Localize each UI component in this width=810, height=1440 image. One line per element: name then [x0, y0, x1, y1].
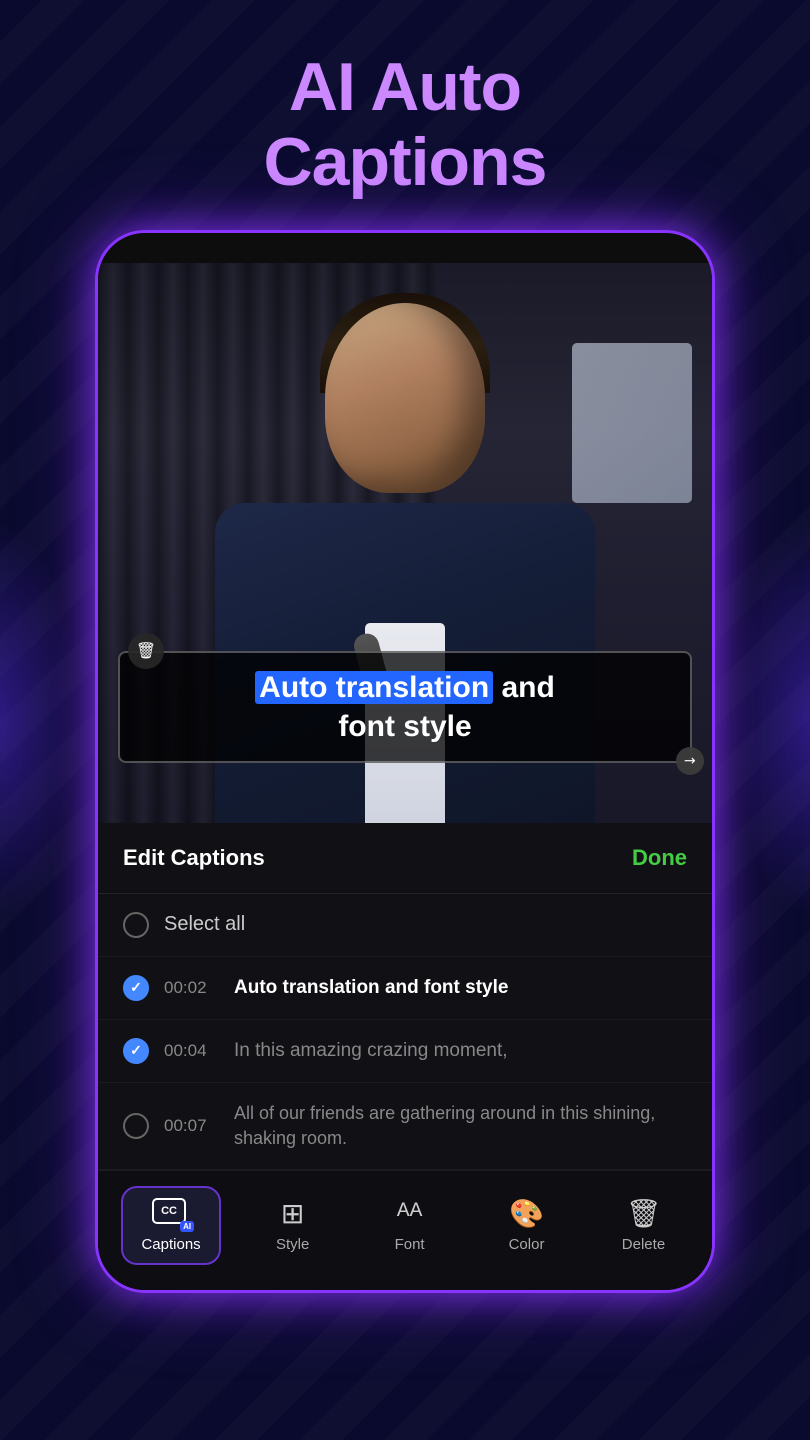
- resize-handle[interactable]: ↗: [676, 747, 704, 775]
- toolbar-item-color[interactable]: 🎨 Color: [482, 1187, 572, 1263]
- cc-icon: CC: [152, 1198, 186, 1224]
- caption-text-2: In this amazing crazing moment,: [234, 1040, 687, 1062]
- caption-text-1: Auto translation and font style: [234, 977, 687, 999]
- toolbar-label-style: Style: [276, 1236, 309, 1253]
- title-line2: Captions: [264, 125, 547, 200]
- caption-display-text: Auto translation and font style: [140, 668, 670, 746]
- toolbar-item-style[interactable]: ⊞ Style: [248, 1187, 338, 1263]
- caption-highlighted-word: Auto translation: [255, 671, 493, 704]
- bottom-toolbar: CC AI Captions ⊞ Style ᴬᴬ Font 🎨: [98, 1170, 712, 1290]
- select-all-label: Select all: [164, 913, 245, 936]
- table-row[interactable]: 00:07 All of our friends are gathering a…: [98, 1083, 712, 1170]
- person-face: [325, 303, 485, 493]
- caption-text-3: All of our friends are gathering around …: [234, 1101, 687, 1151]
- captions-icon-container: CC AI: [152, 1198, 190, 1230]
- table-row[interactable]: 00:02 Auto translation and font style: [98, 957, 712, 1020]
- caption-checkbox-2[interactable]: [123, 1038, 149, 1064]
- ai-badge: AI: [180, 1221, 194, 1232]
- toolbar-label-captions: Captions: [141, 1236, 200, 1253]
- edit-captions-header: Edit Captions Done: [98, 823, 712, 894]
- caption-timestamp-1: 00:02: [164, 978, 219, 998]
- caption-list: Select all 00:02 Auto translation and fo…: [98, 894, 712, 1170]
- phone-top: [98, 233, 712, 263]
- toolbar-item-delete[interactable]: 🗑 Delete: [598, 1187, 688, 1263]
- caption-overlay: 🗑 Auto translation and font style ↗: [118, 633, 692, 763]
- resize-icon: ↗: [680, 750, 700, 770]
- toolbar-label-font: Font: [395, 1236, 425, 1253]
- toolbar-item-font[interactable]: ᴬᴬ Font: [365, 1188, 455, 1263]
- caption-checkbox-1[interactable]: [123, 975, 149, 1001]
- caption-checkbox-3[interactable]: [123, 1113, 149, 1139]
- toolbar-label-color: Color: [509, 1236, 545, 1253]
- phone-notch: [355, 239, 455, 257]
- caption-timestamp-3: 00:07: [164, 1116, 219, 1136]
- caption-delete-button[interactable]: 🗑: [128, 633, 164, 669]
- caption-text-box[interactable]: Auto translation and font style ↗: [118, 651, 692, 763]
- style-icon: ⊞: [281, 1197, 304, 1230]
- delete-icon: 🗑: [626, 1197, 662, 1230]
- title-line1: AI Auto: [264, 50, 547, 125]
- select-all-radio[interactable]: [123, 912, 149, 938]
- main-title: AI Auto Captions: [264, 50, 547, 200]
- trash-icon: 🗑: [136, 641, 156, 661]
- edit-captions-label: Edit Captions: [123, 845, 265, 871]
- video-area: 🗑 Auto translation and font style ↗: [98, 263, 712, 823]
- title-section: AI Auto Captions: [264, 0, 547, 200]
- font-icon: ᴬᴬ: [397, 1198, 422, 1230]
- caption-timestamp-2: 00:04: [164, 1041, 219, 1061]
- color-icon: 🎨: [509, 1197, 544, 1230]
- table-row[interactable]: 00:04 In this amazing crazing moment,: [98, 1020, 712, 1083]
- bottom-panel: Edit Captions Done Select all 00:02 Auto…: [98, 823, 712, 1290]
- toolbar-item-captions[interactable]: CC AI Captions: [121, 1186, 220, 1265]
- done-button[interactable]: Done: [632, 845, 687, 871]
- toolbar-label-delete: Delete: [622, 1236, 665, 1253]
- select-all-row[interactable]: Select all: [98, 894, 712, 957]
- phone-frame: 🗑 Auto translation and font style ↗: [95, 230, 715, 1293]
